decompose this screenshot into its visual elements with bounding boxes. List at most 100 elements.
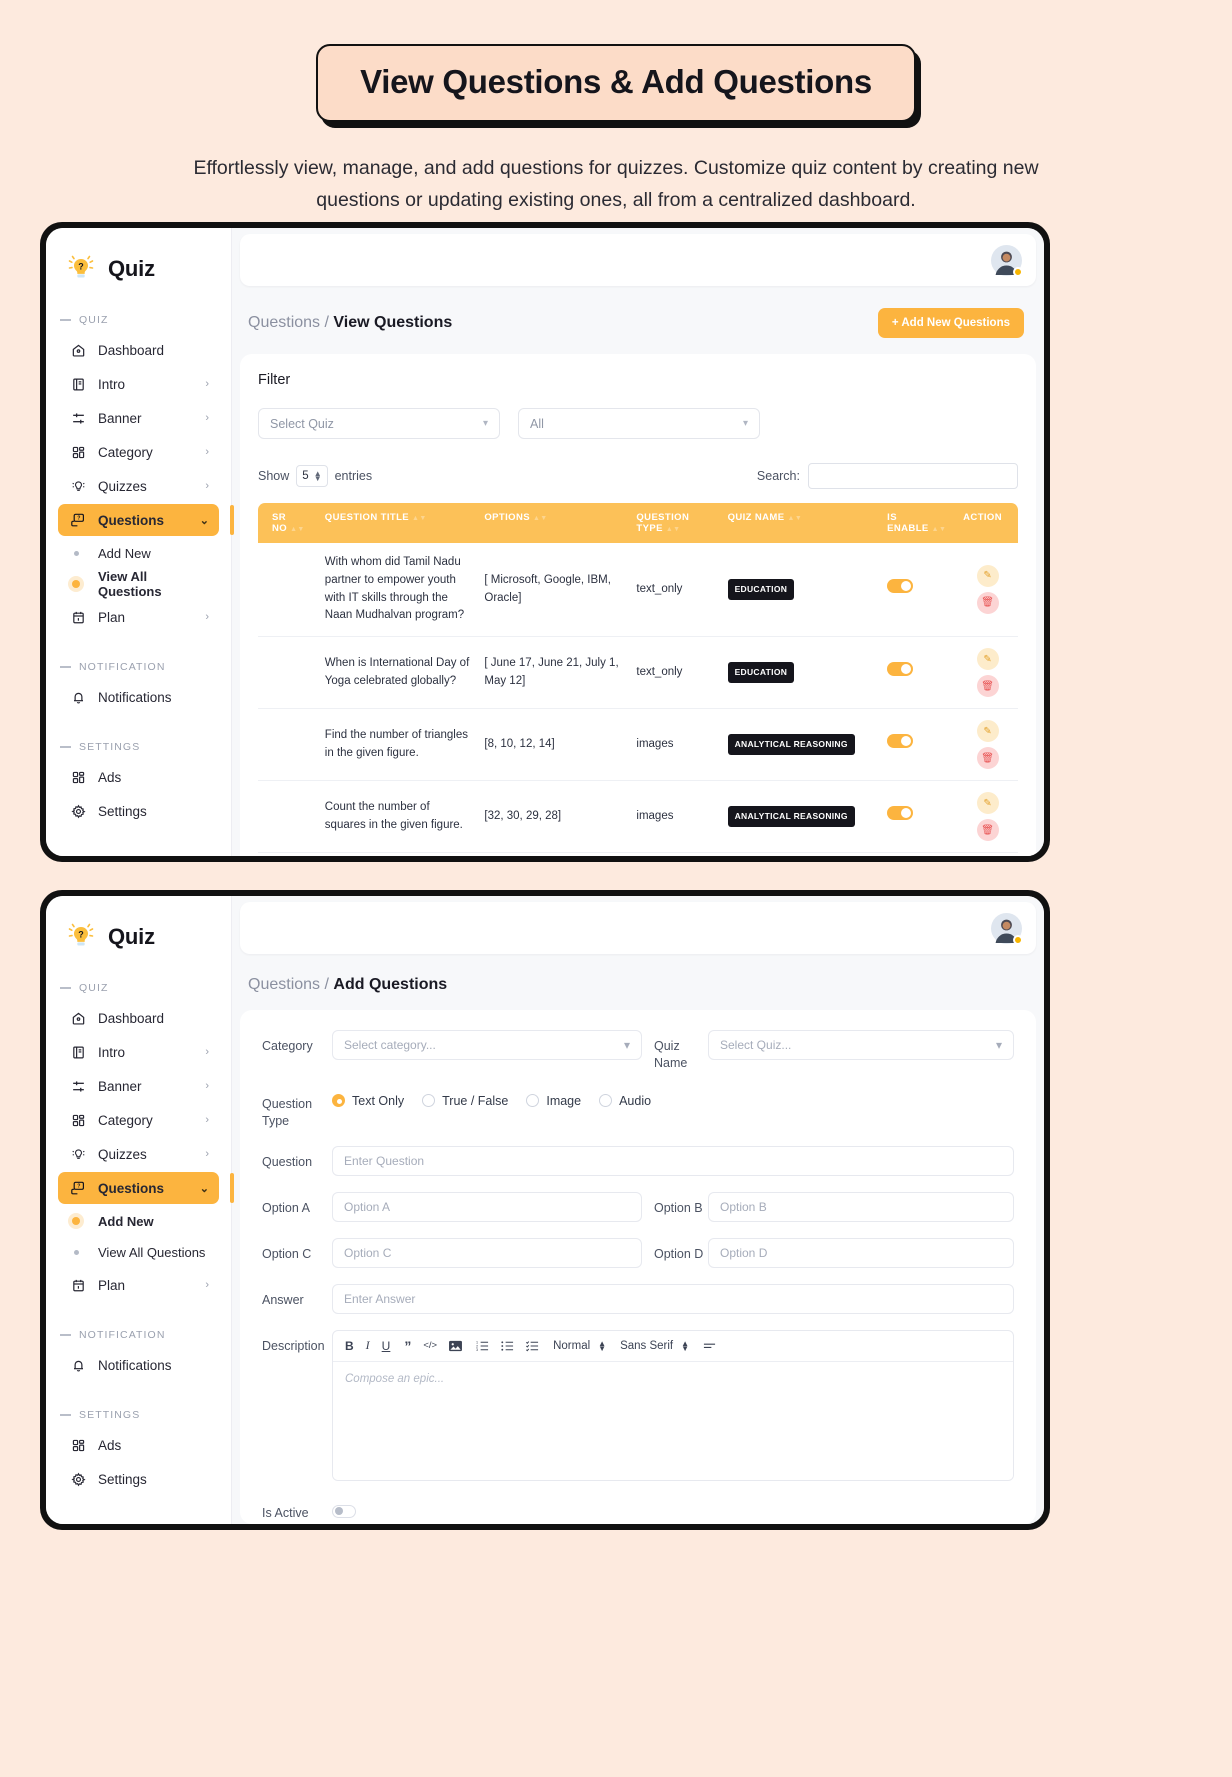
check-list-icon[interactable] bbox=[526, 1340, 539, 1352]
breadcrumb-parent[interactable]: Questions / bbox=[248, 976, 329, 993]
bullet-active-icon bbox=[68, 576, 84, 592]
column-question-title[interactable]: QUESTION TITLE ▲▼ bbox=[318, 503, 479, 543]
sidebar-item-questions[interactable]: ? Questions ⌄ bbox=[58, 504, 234, 536]
sidebar-item-notifications[interactable]: Notifications bbox=[58, 1349, 219, 1381]
option-a-input[interactable]: Option A bbox=[332, 1191, 642, 1222]
select-status-dropdown[interactable]: All ▾ bbox=[518, 408, 760, 439]
sidebar-item-banner[interactable]: Banner › bbox=[58, 402, 219, 434]
sidebar-item-category[interactable]: Category › bbox=[58, 1104, 219, 1136]
breadcrumb-parent[interactable]: Questions / bbox=[248, 314, 329, 331]
option-d-input[interactable]: Option D bbox=[708, 1237, 1014, 1268]
sidebar-item-category[interactable]: Category › bbox=[58, 436, 219, 468]
stepper-arrows-icon: ▲ ▼ bbox=[681, 1338, 690, 1353]
font-select[interactable]: Sans Serif ▲ ▼ bbox=[620, 1338, 690, 1353]
enable-toggle[interactable] bbox=[887, 806, 914, 821]
sidebar-item-questions[interactable]: ? Questions ⌄ bbox=[58, 1172, 234, 1204]
sidebar-item-dashboard[interactable]: Dashboard bbox=[58, 334, 219, 366]
underline-icon[interactable]: U bbox=[382, 1339, 391, 1353]
radio-image[interactable]: Image bbox=[526, 1094, 581, 1108]
delete-icon[interactable]: 🗑 bbox=[976, 747, 999, 770]
option-a-label: Option A bbox=[262, 1200, 310, 1215]
enable-toggle[interactable] bbox=[887, 579, 914, 594]
sidebar-item-label: Intro bbox=[98, 1044, 126, 1060]
category-select[interactable]: Select category... ▾ bbox=[332, 1030, 642, 1060]
grid-icon bbox=[68, 1113, 88, 1128]
sidebar-item-banner[interactable]: Banner › bbox=[58, 1070, 219, 1102]
search-control: Search: bbox=[757, 463, 1018, 489]
entries-stepper[interactable]: 5 ▲ ▼ bbox=[296, 465, 328, 487]
svg-text:3: 3 bbox=[476, 1348, 478, 1352]
add-new-questions-button[interactable]: + Add New Questions bbox=[877, 308, 1024, 338]
delete-icon[interactable]: 🗑 bbox=[976, 592, 999, 615]
is-active-toggle[interactable] bbox=[332, 1504, 356, 1518]
sidebar-item-ads[interactable]: Ads bbox=[58, 1429, 219, 1461]
sidebar-item-notifications[interactable]: Notifications bbox=[58, 681, 219, 713]
column-options[interactable]: OPTIONS ▲▼ bbox=[478, 503, 631, 543]
cell-options: [32, 30, 29, 28] bbox=[478, 780, 631, 854]
chevron-down-icon: ⌄ bbox=[199, 514, 209, 527]
edit-icon[interactable]: ✎ bbox=[976, 720, 999, 743]
sidebar-subitem-view-all-questions[interactable]: View All Questions bbox=[58, 569, 219, 599]
bullet-list-icon[interactable] bbox=[501, 1340, 514, 1352]
chevron-right-icon: › bbox=[205, 1080, 209, 1092]
select-quiz-value: Select Quiz bbox=[270, 416, 334, 431]
question-type-label: Question Type bbox=[262, 1096, 313, 1128]
radio-true-false[interactable]: True / False bbox=[422, 1094, 508, 1108]
sidebar-item-dashboard[interactable]: Dashboard bbox=[58, 1002, 219, 1034]
ordered-list-icon[interactable]: 123 bbox=[476, 1340, 489, 1352]
sidebar-item-quizzes[interactable]: Quizzes › bbox=[58, 470, 219, 502]
avatar[interactable] bbox=[991, 244, 1023, 277]
sidebar-item-settings[interactable]: Settings bbox=[58, 795, 219, 827]
question-label: Question bbox=[262, 1154, 313, 1169]
delete-icon[interactable]: 🗑 bbox=[976, 819, 999, 842]
edit-icon[interactable]: ✎ bbox=[976, 648, 999, 671]
avatar[interactable] bbox=[991, 912, 1023, 945]
column-quiz-name[interactable]: QUIZ NAME ▲▼ bbox=[721, 503, 882, 543]
chevron-down-icon: ▾ bbox=[742, 418, 748, 429]
column-sr-no[interactable]: SR NO ▲▼ bbox=[258, 503, 319, 543]
filter-title: Filter bbox=[258, 372, 291, 388]
edit-icon[interactable]: ✎ bbox=[976, 565, 999, 588]
answer-input[interactable]: Enter Answer bbox=[332, 1283, 1014, 1314]
option-c-input[interactable]: Option C bbox=[332, 1237, 642, 1268]
sidebar-item-intro[interactable]: Intro › bbox=[58, 368, 219, 400]
section-label: NOTIFICATION bbox=[79, 661, 166, 673]
column-question-type[interactable]: QUESTION TYPE ▲▼ bbox=[630, 503, 722, 543]
bold-icon[interactable]: B bbox=[345, 1339, 354, 1353]
enable-toggle[interactable] bbox=[887, 662, 914, 677]
sidebar-item-quizzes[interactable]: Quizzes › bbox=[58, 1138, 219, 1170]
sidebar-item-settings[interactable]: Settings bbox=[58, 1463, 219, 1495]
italic-icon[interactable]: I bbox=[366, 1338, 370, 1353]
sidebar-item-plan[interactable]: Plan › bbox=[58, 601, 219, 633]
sidebar-section-quiz: QUIZ bbox=[60, 314, 231, 326]
heading-select[interactable]: Normal ▲ ▼ bbox=[553, 1339, 606, 1352]
sidebar-subitem-add-new[interactable]: Add New bbox=[58, 538, 219, 568]
sidebar-item-plan[interactable]: Plan › bbox=[58, 1269, 219, 1301]
description-editor[interactable]: B I U ” </> 1 2 3 Normal ▲ ▼ Sans Serif … bbox=[332, 1329, 1014, 1481]
option-b-input[interactable]: Option B bbox=[708, 1191, 1014, 1222]
align-icon[interactable] bbox=[703, 1341, 716, 1351]
radio-audio[interactable]: Audio bbox=[599, 1094, 651, 1108]
question-input[interactable]: Enter Question bbox=[332, 1145, 1014, 1176]
sidebar-item-intro[interactable]: Intro › bbox=[58, 1036, 219, 1068]
delete-icon[interactable]: 🗑 bbox=[976, 675, 999, 698]
cell-is-enable bbox=[881, 708, 958, 782]
code-icon[interactable]: </> bbox=[423, 1340, 437, 1351]
select-quiz-dropdown[interactable]: Select Quiz ▾ bbox=[258, 408, 500, 439]
sidebar-section-users: USERS bbox=[60, 1523, 231, 1524]
radio-text-only[interactable]: Text Only bbox=[332, 1094, 404, 1108]
search-input[interactable] bbox=[808, 463, 1018, 489]
edit-icon[interactable]: ✎ bbox=[976, 792, 999, 815]
sidebar-subitem-view-all-questions[interactable]: View All Questions bbox=[58, 1237, 219, 1267]
quiz-name-select[interactable]: Select Quiz... ▾ bbox=[708, 1030, 1014, 1060]
blockquote-icon[interactable]: ” bbox=[404, 1338, 411, 1354]
image-icon[interactable] bbox=[449, 1340, 463, 1352]
enable-toggle[interactable] bbox=[887, 734, 914, 749]
show-label: Show bbox=[258, 469, 290, 483]
sidebar-subitem-add-new[interactable]: Add New bbox=[58, 1206, 219, 1236]
sidebar-item-ads[interactable]: Ads bbox=[58, 761, 219, 793]
answer-label: Answer bbox=[262, 1292, 304, 1307]
description-placeholder[interactable]: Compose an epic... bbox=[333, 1361, 1013, 1480]
lightbulb-icon bbox=[68, 479, 88, 494]
column-is-enable[interactable]: IS ENABLE ▲▼ bbox=[881, 503, 958, 543]
